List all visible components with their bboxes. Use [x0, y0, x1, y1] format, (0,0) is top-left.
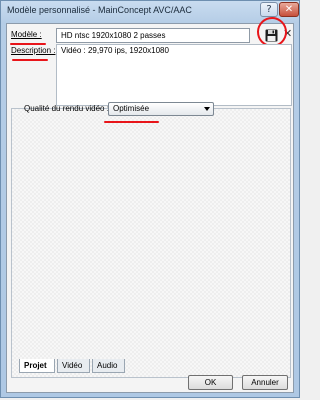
tab-audio[interactable]: Audio [92, 359, 125, 373]
description-field[interactable]: Vidéo : 29,970 ips, 1920x1080 [56, 44, 292, 106]
settings-panel [11, 108, 291, 378]
model-field[interactable]: HD ntsc 1920x1080 2 passes [56, 28, 250, 43]
title-bar[interactable]: Modèle personnalisé - MainConcept AVC/AA… [1, 1, 299, 23]
help-button[interactable]: ? [260, 2, 278, 17]
quality-dropdown-value: Optimisée [113, 104, 150, 113]
window-title: Modèle personnalisé - MainConcept AVC/AA… [7, 5, 192, 15]
model-annotation [10, 43, 46, 45]
dialog-window: Modèle personnalisé - MainConcept AVC/AA… [0, 0, 300, 398]
quality-label: Qualité du rendu vidéo : [24, 104, 109, 113]
description-label: Description : [11, 46, 56, 55]
close-button[interactable]: ✕ [279, 2, 299, 17]
quality-annotation [104, 121, 159, 123]
tab-video[interactable]: Vidéo [57, 359, 90, 373]
description-annotation [12, 59, 48, 61]
ok-button[interactable]: OK [188, 375, 233, 390]
tab-projet[interactable]: Projet [19, 359, 55, 373]
chevron-down-icon [204, 107, 210, 111]
cancel-button[interactable]: Annuler [242, 375, 288, 390]
quality-dropdown[interactable]: Optimisée [108, 102, 214, 116]
dialog-content: Modèle : HD ntsc 1920x1080 2 passes ✕ De… [6, 14, 294, 393]
model-label: Modèle : [11, 30, 42, 39]
